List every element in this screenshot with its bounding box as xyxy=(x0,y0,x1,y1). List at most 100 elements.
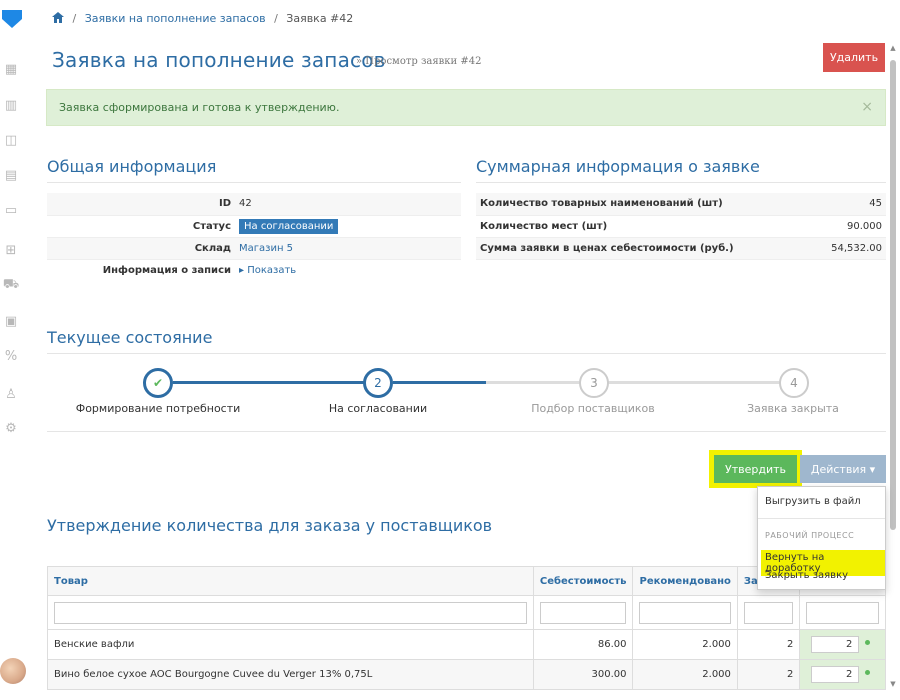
step-3-label: Подбор поставщиков xyxy=(531,402,655,415)
filter-cell xyxy=(799,595,886,630)
archive-icon[interactable]: ▤ xyxy=(2,166,20,184)
home-icon[interactable] xyxy=(52,12,64,23)
summary-value: 45 xyxy=(810,193,886,216)
actions-dropdown-button[interactable]: Действия ▾ xyxy=(800,455,886,483)
info-label: Информация о записи xyxy=(47,259,235,281)
general-info-heading: Общая информация xyxy=(47,157,217,176)
alert-text: Заявка сформирована и готова к утвержден… xyxy=(59,101,340,114)
column-header-product[interactable]: Товар xyxy=(47,566,534,596)
approval-heading: Утверждение количества для заказа у пост… xyxy=(47,516,493,535)
filter-cell xyxy=(736,595,801,630)
info-value: 42 xyxy=(235,193,461,216)
summary-value: 90.000 xyxy=(810,215,886,238)
step-3-circle: 3 xyxy=(579,368,609,398)
general-info-table: ID 42 Статус На согласовании Склад Магаз… xyxy=(47,193,461,281)
store-icon[interactable]: ▭ xyxy=(2,201,20,219)
cost-cell: 86.00 xyxy=(532,629,634,660)
divider xyxy=(47,353,886,354)
avatar[interactable] xyxy=(0,658,26,684)
ordered-cell: 2 xyxy=(736,629,801,660)
scroll-down-arrow-icon[interactable]: ▼ xyxy=(889,680,897,688)
filter-cell xyxy=(532,595,634,630)
summary-table: Количество товарных наименований (шт) 45… xyxy=(476,193,886,260)
summary-row: Сумма заявки в ценах себестоимости (руб.… xyxy=(476,237,886,260)
truck-icon[interactable]: ⛟ xyxy=(2,276,20,294)
status-dot-icon xyxy=(865,640,871,645)
product-filter-input[interactable] xyxy=(54,601,527,624)
product-cell: Венские вафли xyxy=(47,629,534,660)
show-record-info-link[interactable]: ▸ Показать xyxy=(239,265,296,276)
filter-cell xyxy=(632,595,738,630)
recommended-cell: 2.000 xyxy=(632,629,738,660)
breadcrumb-current: Заявка #42 xyxy=(286,12,354,25)
quantity-filter-input[interactable] xyxy=(806,601,879,624)
info-row-record: Информация о записи ▸ Показать xyxy=(47,259,461,281)
page-title: Заявка на пополнение запасов xyxy=(52,48,386,72)
column-header-cost[interactable]: Себестоимость xyxy=(532,566,634,596)
quantity-input[interactable]: 2 xyxy=(811,666,860,683)
summary-label: Сумма заявки в ценах себестоимости (руб.… xyxy=(476,237,811,260)
cost-cell: 300.00 xyxy=(532,659,634,690)
step-4-circle: 4 xyxy=(779,368,809,398)
column-header-recommended[interactable]: Рекомендовано xyxy=(632,566,738,596)
workflow-stepper: ✔ 2 3 4 Формирование потребности На согл… xyxy=(47,360,886,430)
recommended-filter-input[interactable] xyxy=(639,601,731,624)
actions-dropdown-menu: Выгрузить в файл РАБОЧИЙ ПРОЦЕСС Вернуть… xyxy=(757,486,886,590)
scroll-up-arrow-icon[interactable]: ▲ xyxy=(889,44,897,52)
dashboard-icon[interactable]: ▦ xyxy=(2,60,20,78)
warehouse-link[interactable]: Магазин 5 xyxy=(239,243,293,254)
table-row: Венские вафли 86.00 2.000 2 2 xyxy=(47,629,886,660)
menu-item-close-request[interactable]: Закрыть заявку xyxy=(765,570,848,581)
filter-row xyxy=(47,595,886,630)
quantity-input[interactable]: 2 xyxy=(811,636,860,653)
info-label: ID xyxy=(47,193,235,216)
menu-section-header: РАБОЧИЙ ПРОЦЕСС xyxy=(765,531,855,540)
step-2-circle: 2 xyxy=(363,368,393,398)
status-dot-icon xyxy=(865,670,871,675)
status-badge: На согласовании xyxy=(239,218,339,234)
summary-label: Количество мест (шт) xyxy=(476,215,811,238)
breadcrumb-parent-link[interactable]: Заявки на пополнение запасов xyxy=(85,12,266,25)
menu-divider xyxy=(758,518,885,519)
gear-icon[interactable]: ⚙ xyxy=(2,419,20,437)
info-row-id: ID 42 xyxy=(47,193,461,216)
scrollbar[interactable]: ▲ ▼ xyxy=(886,40,900,690)
info-row-warehouse: Склад Магазин 5 xyxy=(47,237,461,260)
ordered-filter-input[interactable] xyxy=(743,601,794,624)
percent-icon[interactable]: % xyxy=(2,347,20,365)
delete-button[interactable]: Удалить xyxy=(823,43,885,72)
info-value-cell: На согласовании xyxy=(235,215,461,238)
info-value-cell: Магазин 5 xyxy=(235,237,461,260)
id-card-icon[interactable]: ▣ xyxy=(2,312,20,330)
breadcrumb-separator: / xyxy=(274,12,278,25)
breadcrumb-separator: / xyxy=(72,12,77,25)
bag-icon[interactable]: ◫ xyxy=(2,131,20,149)
step-2-label: На согласовании xyxy=(328,402,428,415)
divider xyxy=(47,431,886,432)
info-label: Склад xyxy=(47,237,235,260)
summary-row: Количество товарных наименований (шт) 45 xyxy=(476,193,886,216)
quantity-cell: 2 xyxy=(799,629,886,660)
cost-filter-input[interactable] xyxy=(539,601,627,624)
info-label: Статус xyxy=(47,215,235,238)
reports-icon[interactable]: ▥ xyxy=(2,96,20,114)
user-icon[interactable]: ♙ xyxy=(2,385,20,403)
approve-button[interactable]: Утвердить xyxy=(714,455,797,483)
box-plus-icon[interactable]: ⊞ xyxy=(2,241,20,259)
scroll-thumb[interactable] xyxy=(890,60,896,530)
summary-label: Количество товарных наименований (шт) xyxy=(476,193,811,216)
close-icon[interactable]: × xyxy=(861,99,873,115)
summary-heading: Суммарная информация о заявке xyxy=(476,157,760,176)
step-connector-todo xyxy=(608,381,779,384)
info-row-status: Статус На согласовании xyxy=(47,215,461,238)
step-connector-done xyxy=(173,381,378,384)
success-alert: Заявка сформирована и готова к утвержден… xyxy=(46,89,886,126)
step-1-label: Формирование потребности xyxy=(75,402,241,415)
sidebar: ▦ ▥ ◫ ▤ ▭ ⊞ ⛟ ▣ % ♙ ⚙ xyxy=(0,0,26,700)
step-4-label: Заявка закрыта xyxy=(747,402,839,415)
menu-item-export[interactable]: Выгрузить в файл xyxy=(765,496,861,507)
step-connector-progress xyxy=(393,381,486,384)
logo-icon[interactable] xyxy=(2,10,22,28)
page-subtitle: » Просмотр заявки #42 xyxy=(356,56,482,67)
summary-value: 54,532.00 xyxy=(810,237,886,260)
